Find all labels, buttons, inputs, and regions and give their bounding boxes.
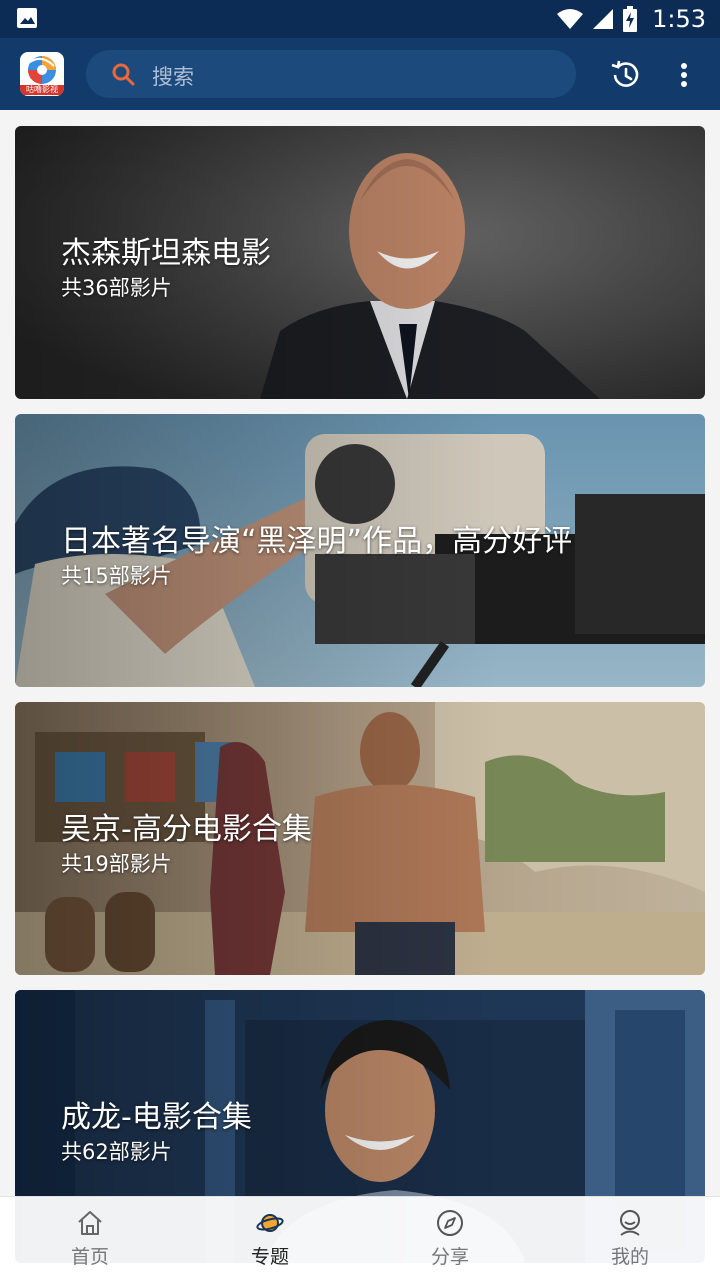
app-bar: 咕噜影视 搜索: [0, 38, 720, 110]
nav-topics[interactable]: 专题: [180, 1197, 360, 1280]
battery-charging-icon: [623, 6, 638, 32]
more-vert-icon[interactable]: [670, 58, 698, 92]
history-icon[interactable]: [608, 58, 642, 92]
planet-icon: [256, 1214, 284, 1232]
nav-label: 首页: [70, 1246, 109, 1268]
topic-count: 共19部影片: [61, 852, 172, 876]
nav-label: 专题: [250, 1246, 289, 1268]
home-icon: [78, 1211, 102, 1235]
nav-profile[interactable]: 我的: [540, 1197, 720, 1280]
topic-title: 成龙-电影合集: [61, 1100, 252, 1135]
search-placeholder: 搜索: [152, 65, 194, 89]
search-bar[interactable]: 搜索: [86, 50, 576, 98]
topic-card[interactable]: 吴京-高分电影合集 共19部影片: [15, 702, 705, 975]
bottom-nav: 首页 专题 分享 我的: [0, 1196, 720, 1280]
topic-count: 共36部影片: [61, 276, 172, 300]
topic-title: 日本著名导演“黑泽明”作品，高分好评: [61, 524, 573, 559]
nav-share[interactable]: 分享: [360, 1197, 540, 1280]
nav-label: 我的: [610, 1246, 649, 1268]
logo-text: 咕噜影视: [20, 85, 64, 95]
topic-title: 杰森斯坦森电影: [61, 236, 271, 271]
status-icons: 1:53: [556, 4, 706, 34]
app-logo[interactable]: 咕噜影视: [20, 52, 64, 96]
status-bar: 1:53: [0, 0, 720, 38]
nav-home[interactable]: 首页: [0, 1197, 180, 1280]
topic-card[interactable]: 日本著名导演“黑泽明”作品，高分好评 共15部影片: [15, 414, 705, 687]
profile-icon: [620, 1210, 640, 1236]
topic-count: 共62部影片: [61, 1140, 172, 1164]
compass-icon: [437, 1210, 463, 1236]
signal-icon: [593, 9, 614, 29]
topic-title: 吴京-高分电影合集: [61, 812, 312, 847]
wifi-icon: [557, 9, 584, 29]
search-icon: [112, 63, 135, 86]
topic-card[interactable]: 杰森斯坦森电影 共36部影片: [15, 126, 705, 399]
status-time: 1:53: [652, 5, 706, 33]
nav-label: 分享: [430, 1246, 469, 1268]
screen: 1:53 咕噜影视 搜索 杰森斯坦森电影 共36部影片 日本著名导演“黑泽明”作…: [0, 0, 720, 1280]
topic-count: 共15部影片: [61, 564, 172, 588]
logo-mark-icon: [28, 56, 56, 84]
topic-list: 杰森斯坦森电影 共36部影片 日本著名导演“黑泽明”作品，高分好评 共15部影片…: [0, 110, 720, 1280]
image-notification-icon: [17, 8, 37, 28]
